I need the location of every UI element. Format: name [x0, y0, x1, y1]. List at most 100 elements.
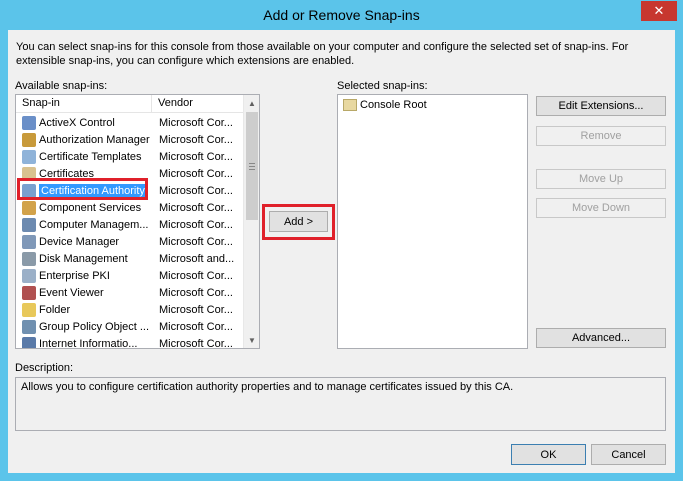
snapin-name: Authorization Manager	[39, 133, 150, 146]
snapin-row[interactable]: Certification Authority Microsoft Cor...	[16, 182, 244, 199]
snapin-vendor: Microsoft Cor...	[159, 337, 233, 349]
grip-icon	[249, 163, 255, 170]
snapin-row[interactable]: Certificates Microsoft Cor...	[16, 165, 244, 182]
snapin-name: Enterprise PKI	[39, 269, 110, 282]
vertical-scrollbar[interactable]: ▲ ▼	[243, 95, 259, 348]
column-header-snapin[interactable]: Snap-in	[16, 95, 152, 113]
authorization-icon	[22, 132, 36, 147]
scroll-up-arrow-icon[interactable]: ▲	[244, 95, 259, 111]
snapin-name-cell: Folder	[16, 302, 152, 317]
add-button[interactable]: Add >	[269, 211, 328, 232]
ok-button[interactable]: OK	[511, 444, 586, 465]
snapin-name: ActiveX Control	[39, 116, 115, 129]
tree-item-label: Console Root	[360, 99, 427, 111]
intro-text: You can select snap-ins for this console…	[16, 41, 629, 67]
selected-snapins-label: Selected snap-ins:	[337, 80, 428, 92]
snapin-name-cell: Component Services	[16, 200, 152, 215]
snapin-row[interactable]: Disk Management Microsoft and...	[16, 250, 244, 267]
snapin-vendor: Microsoft Cor...	[159, 235, 233, 248]
snapin-row[interactable]: ActiveX Control Microsoft Cor...	[16, 114, 244, 131]
snapin-name-cell: Certification Authority	[16, 183, 152, 198]
snapin-name-cell: Internet Informatio...	[16, 336, 152, 349]
snapin-name: Folder	[39, 303, 71, 316]
snapin-name: Disk Management	[39, 252, 128, 265]
column-header-row: Snap-in Vendor	[16, 95, 244, 113]
snapin-name-cell: Enterprise PKI	[16, 268, 152, 283]
snapin-name-cell: Certificates	[16, 166, 152, 181]
snapin-vendor: Microsoft Cor...	[159, 286, 233, 299]
snapin-name: Component Services	[39, 201, 142, 214]
remove-button[interactable]: Remove	[536, 126, 666, 146]
snapin-vendor: Microsoft Cor...	[159, 303, 233, 316]
snapin-row[interactable]: Component Services Microsoft Cor...	[16, 199, 244, 216]
scrollbar-thumb[interactable]	[246, 112, 258, 220]
certification-authority-icon	[22, 183, 36, 198]
folder-icon	[22, 302, 36, 317]
dialog-body: You can select snap-ins for this console…	[8, 30, 675, 473]
component-services-icon	[22, 200, 36, 215]
disk-management-icon	[22, 251, 36, 266]
snapin-vendor: Microsoft Cor...	[159, 116, 233, 129]
snapin-name: Certificates	[39, 167, 95, 180]
snapin-name-cell: Group Policy Object ...	[16, 319, 152, 334]
snapin-name-cell: Device Manager	[16, 234, 152, 249]
snapin-name-cell: ActiveX Control	[16, 115, 152, 130]
move-up-button[interactable]: Move Up	[536, 169, 666, 189]
snapin-name: Device Manager	[39, 235, 120, 248]
snapin-name: Event Viewer	[39, 286, 104, 299]
snapin-row[interactable]: Computer Managem... Microsoft Cor...	[16, 216, 244, 233]
group-policy-icon	[22, 319, 36, 334]
snapin-vendor: Microsoft Cor...	[159, 201, 233, 214]
snapin-name-cell: Disk Management	[16, 251, 152, 266]
snapin-name-cell: Computer Managem...	[16, 217, 152, 232]
folder-icon	[343, 99, 357, 111]
available-snapins-label: Available snap-ins:	[15, 80, 108, 92]
snapin-name-cell: Authorization Manager	[16, 132, 152, 147]
event-viewer-icon	[22, 285, 36, 300]
move-down-button[interactable]: Move Down	[536, 198, 666, 218]
snapin-name-cell: Event Viewer	[16, 285, 152, 300]
certificate-templates-icon	[22, 149, 36, 164]
title-bar[interactable]: Add or Remove Snap-ins ✕	[0, 0, 683, 30]
snapin-row[interactable]: Enterprise PKI Microsoft Cor...	[16, 267, 244, 284]
snapin-row[interactable]: Internet Informatio... Microsoft Cor...	[16, 335, 244, 349]
description-box: Allows you to configure certification au…	[15, 377, 666, 431]
snapin-vendor: Microsoft Cor...	[159, 133, 233, 146]
snapin-row[interactable]: Group Policy Object ... Microsoft Cor...	[16, 318, 244, 335]
description-label: Description:	[15, 362, 74, 374]
snapin-vendor: Microsoft Cor...	[159, 269, 233, 282]
cancel-button[interactable]: Cancel	[591, 444, 666, 465]
snapin-row[interactable]: Authorization Manager Microsoft Cor...	[16, 131, 244, 148]
scroll-down-arrow-icon[interactable]: ▼	[244, 332, 259, 348]
snapin-row[interactable]: Folder Microsoft Cor...	[16, 301, 244, 318]
window-title: Add or Remove Snap-ins	[263, 7, 420, 23]
dialog-window: Add or Remove Snap-ins ✕ You can select …	[0, 0, 683, 481]
snapin-name-cell: Certificate Templates	[16, 149, 152, 164]
column-header-vendor[interactable]: Vendor	[152, 95, 244, 113]
snapin-name: Internet Informatio...	[39, 337, 138, 349]
certificates-icon	[22, 166, 36, 181]
snapin-name: Computer Managem...	[39, 218, 149, 231]
device-manager-icon	[22, 234, 36, 249]
snapin-row[interactable]: Event Viewer Microsoft Cor...	[16, 284, 244, 301]
close-button[interactable]: ✕	[641, 1, 677, 21]
snapin-vendor: Microsoft and...	[159, 252, 235, 265]
computer-management-icon	[22, 217, 36, 232]
enterprise-pki-icon	[22, 268, 36, 283]
advanced-button[interactable]: Advanced...	[536, 328, 666, 348]
snapin-vendor: Microsoft Cor...	[159, 150, 233, 163]
available-snapins-list[interactable]: Snap-in Vendor ActiveX Control Microsoft …	[15, 94, 260, 349]
snapin-row[interactable]: Device Manager Microsoft Cor...	[16, 233, 244, 250]
tree-item-console-root[interactable]: Console Root	[343, 99, 427, 111]
activex-icon	[22, 115, 36, 130]
edit-extensions-button[interactable]: Edit Extensions...	[536, 96, 666, 116]
snapin-vendor: Microsoft Cor...	[159, 167, 233, 180]
iis-icon	[22, 336, 36, 348]
snapin-vendor: Microsoft Cor...	[159, 320, 233, 333]
snapin-row[interactable]: Certificate Templates Microsoft Cor...	[16, 148, 244, 165]
snapin-name: Group Policy Object ...	[39, 320, 150, 333]
selected-snapins-list[interactable]: Console Root	[337, 94, 528, 349]
snapin-name: Certification Authority	[39, 183, 147, 198]
snapin-name: Certificate Templates	[39, 150, 142, 163]
snapin-vendor: Microsoft Cor...	[159, 218, 233, 231]
